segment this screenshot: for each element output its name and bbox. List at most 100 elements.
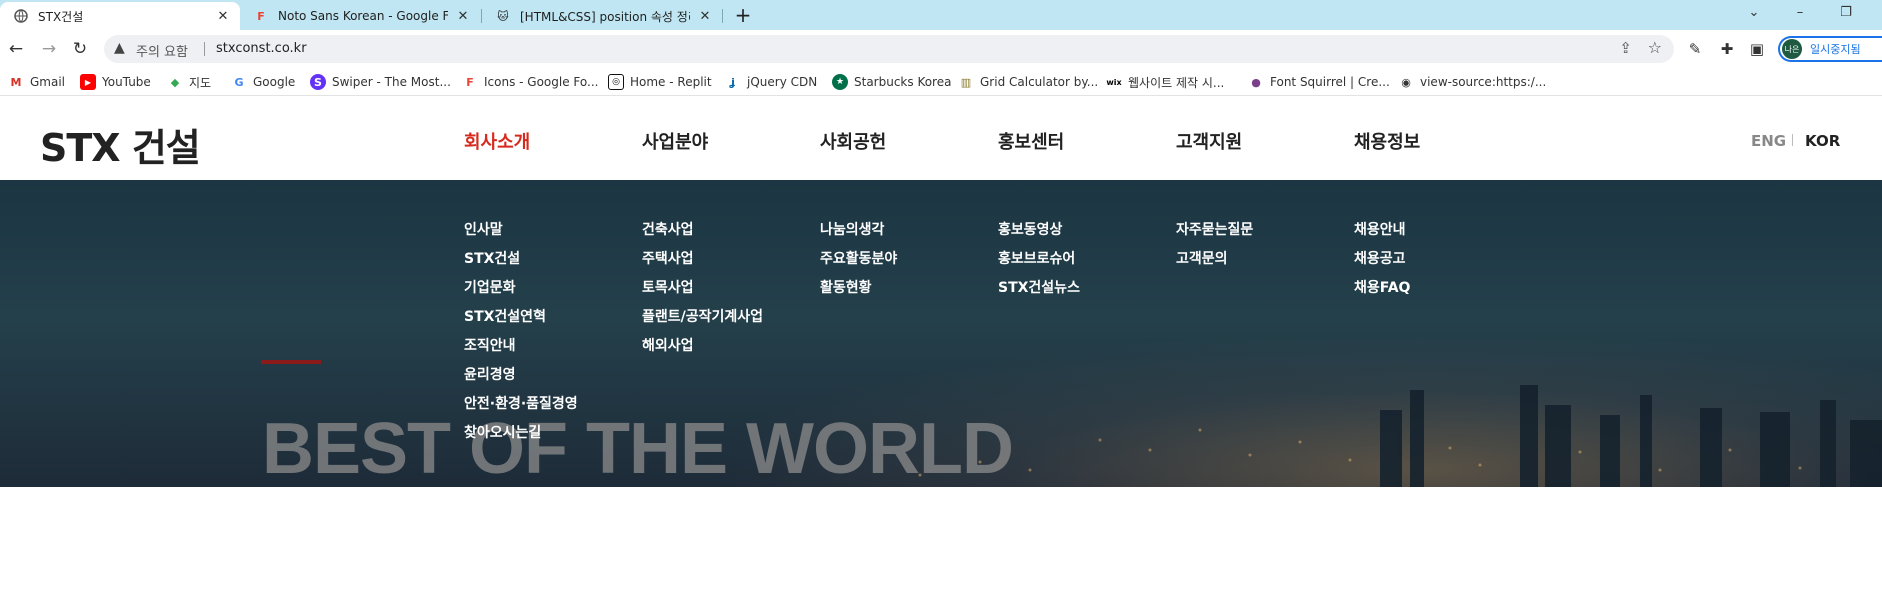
submenu-item[interactable]: 채용공고 [1354, 249, 1410, 278]
gnb-item-company[interactable]: 회사소개 [464, 128, 530, 154]
submenu-item[interactable]: 찾아오시는길 [464, 423, 578, 452]
submenu-item[interactable]: 채용안내 [1354, 220, 1410, 249]
bookmark-replit[interactable]: ◎ Home - Replit [608, 72, 712, 92]
submenu-item[interactable]: 인사말 [464, 220, 578, 249]
bookmarks-bar: M Gmail ▶ YouTube ◆ 지도 G Google S Swiper - Th… [0, 68, 1882, 96]
tab-search-icon[interactable]: ⌄ [1734, 2, 1774, 24]
site-logo[interactable]: STX 건설 [40, 117, 201, 172]
submenu-pr: 홍보동영상 홍보브로슈어 STX건설뉴스 [998, 220, 1080, 307]
browser-tab[interactable]: F Noto Sans Korean - Google For ✕ [240, 2, 480, 30]
side-panel-icon[interactable]: ▣ [1746, 38, 1768, 60]
bookmark-label: view-source:https:/... [1420, 75, 1547, 89]
bookmark-label: Swiper - The Most... [332, 75, 451, 89]
url-text[interactable]: stxconst.co.kr [216, 41, 307, 56]
gnb-item-social[interactable]: 사회공헌 [820, 128, 886, 154]
forward-icon[interactable]: → [38, 38, 60, 60]
site-header: STX 건설 회사소개 사업분야 사회공헌 홍보센터 고객지원 채용정보 ENG… [0, 97, 1882, 180]
new-tab-button[interactable]: + [731, 4, 755, 28]
gnb-item-support[interactable]: 고객지원 [1176, 128, 1242, 154]
gnb-item-business[interactable]: 사업분야 [642, 128, 708, 154]
hero-banner: BEST OF THE WORLD 인사말 STX건설 기업문화 STX건설연혁… [0, 180, 1882, 487]
tab-close-icon[interactable]: ✕ [454, 7, 472, 25]
google-icon: G [234, 75, 244, 89]
bookmark-label: Grid Calculator by... [980, 75, 1099, 89]
swiper-icon: S [310, 74, 326, 90]
bookmark-google[interactable]: G Google [231, 72, 295, 92]
browser-tab-active[interactable]: STX건설 ✕ [0, 2, 240, 30]
submenu-item[interactable]: 주요활동분야 [820, 249, 897, 278]
bookmark-swiper[interactable]: S Swiper - The Most... [310, 72, 451, 92]
share-icon[interactable]: ⇪ [1619, 39, 1632, 57]
bookmark-label: jQuery CDN [747, 75, 818, 89]
submenu-item[interactable]: 활동현황 [820, 278, 897, 307]
bookmark-font-squirrel[interactable]: ● Font Squirrel | Cre... [1248, 72, 1390, 92]
submenu-item[interactable]: 윤리경영 [464, 365, 578, 394]
bookmark-wix[interactable]: wix 웹사이트 제작 시... [1106, 72, 1224, 92]
submenu-item[interactable]: 홍보동영상 [998, 220, 1080, 249]
security-warning-label[interactable]: 주의 요함 [136, 41, 188, 60]
tab-separator [722, 9, 723, 23]
lang-divider [1792, 134, 1793, 146]
submenu-item[interactable]: 나눔의생각 [820, 220, 897, 249]
restore-icon[interactable]: ❐ [1826, 2, 1866, 24]
gnb-item-pr[interactable]: 홍보센터 [998, 128, 1064, 154]
browser-tab[interactable]: 🐱 [HTML&CSS] position 속성 정리 ✕ [482, 2, 722, 30]
eyedropper-extension-icon[interactable]: ✎ [1684, 38, 1706, 60]
tab-title: STX건설 [38, 9, 84, 24]
gnb-item-recruit[interactable]: 채용정보 [1354, 128, 1420, 154]
globe-icon [14, 9, 28, 23]
lang-eng-link[interactable]: ENG [1751, 132, 1786, 150]
cat-icon: 🐱 [497, 9, 509, 23]
submenu-support: 자주묻는질문 고객문의 [1176, 220, 1253, 278]
submenu-social: 나눔의생각 주요활동분야 활동현황 [820, 220, 897, 307]
submenu-item[interactable]: 조직안내 [464, 336, 578, 365]
submenu-item[interactable]: 채용FAQ [1354, 278, 1410, 307]
reload-icon[interactable]: ↻ [69, 38, 91, 60]
bookmark-google-icons[interactable]: F Icons - Google Fo... [462, 72, 598, 92]
submenu-item[interactable]: 해외사업 [642, 336, 763, 365]
lang-kor-link[interactable]: KOR [1805, 132, 1840, 150]
submenu-item[interactable]: 홍보브로슈어 [998, 249, 1080, 278]
submenu-recruit: 채용안내 채용공고 채용FAQ [1354, 220, 1410, 307]
bookmark-starbucks[interactable]: ★ Starbucks Korea [832, 72, 951, 92]
hero-accent-bar [261, 360, 321, 364]
bookmark-grid-calculator[interactable]: ▥ Grid Calculator by... [958, 72, 1098, 92]
address-bar[interactable]: ▲ 주의 요함 stxconst.co.kr ⇪ ☆ [104, 35, 1674, 63]
bookmark-label: 웹사이트 제작 시... [1128, 75, 1225, 90]
extensions-puzzle-icon[interactable]: ✚ [1716, 38, 1738, 60]
submenu-item[interactable]: 토목사업 [642, 278, 763, 307]
bookmark-label: Gmail [30, 75, 66, 89]
profile-button[interactable]: 나은 일시중지됨 [1778, 36, 1882, 62]
bookmark-label: Starbucks Korea [854, 75, 952, 89]
bookmark-jquery[interactable]: ʝ jQuery CDN [725, 72, 817, 92]
submenu-item[interactable]: 플랜트/공작기계사업 [642, 307, 763, 336]
minimize-icon[interactable]: – [1780, 2, 1820, 24]
submenu-company: 인사말 STX건설 기업문화 STX건설연혁 조직안내 윤리경영 안전·환경·품… [464, 220, 578, 452]
bookmark-gmail[interactable]: M Gmail [8, 72, 66, 92]
bookmark-view-source[interactable]: ◉ view-source:https:/... [1398, 72, 1546, 92]
replit-icon: ◎ [608, 74, 624, 90]
submenu-item[interactable]: STX건설 [464, 249, 578, 278]
avatar: 나은 [1782, 39, 1802, 59]
bookmark-maps[interactable]: ◆ 지도 [167, 72, 211, 92]
bookmark-youtube[interactable]: ▶ YouTube [80, 72, 151, 92]
tab-close-icon[interactable]: ✕ [214, 7, 232, 25]
submenu-item[interactable]: 주택사업 [642, 249, 763, 278]
submenu-item[interactable]: STX건설뉴스 [998, 278, 1080, 307]
bookmark-label: 지도 [189, 75, 212, 90]
google-fonts-icon: F [257, 9, 265, 23]
profile-status-label: 일시중지됨 [1810, 43, 1861, 56]
gmail-icon: M [10, 75, 22, 89]
tab-close-icon[interactable]: ✕ [696, 7, 714, 25]
bookmark-label: Icons - Google Fo... [484, 75, 599, 89]
submenu-item[interactable]: 고객문의 [1176, 249, 1253, 278]
warning-icon[interactable]: ▲ [114, 40, 125, 56]
submenu-item[interactable]: 기업문화 [464, 278, 578, 307]
back-icon[interactable]: ← [5, 38, 27, 60]
submenu-item[interactable]: 건축사업 [642, 220, 763, 249]
google-fonts-icon: F [466, 75, 474, 89]
submenu-item[interactable]: STX건설연혁 [464, 307, 578, 336]
submenu-item[interactable]: 자주묻는질문 [1176, 220, 1253, 249]
bookmark-star-icon[interactable]: ☆ [1648, 38, 1662, 57]
submenu-item[interactable]: 안전·환경·품질경영 [464, 394, 578, 423]
